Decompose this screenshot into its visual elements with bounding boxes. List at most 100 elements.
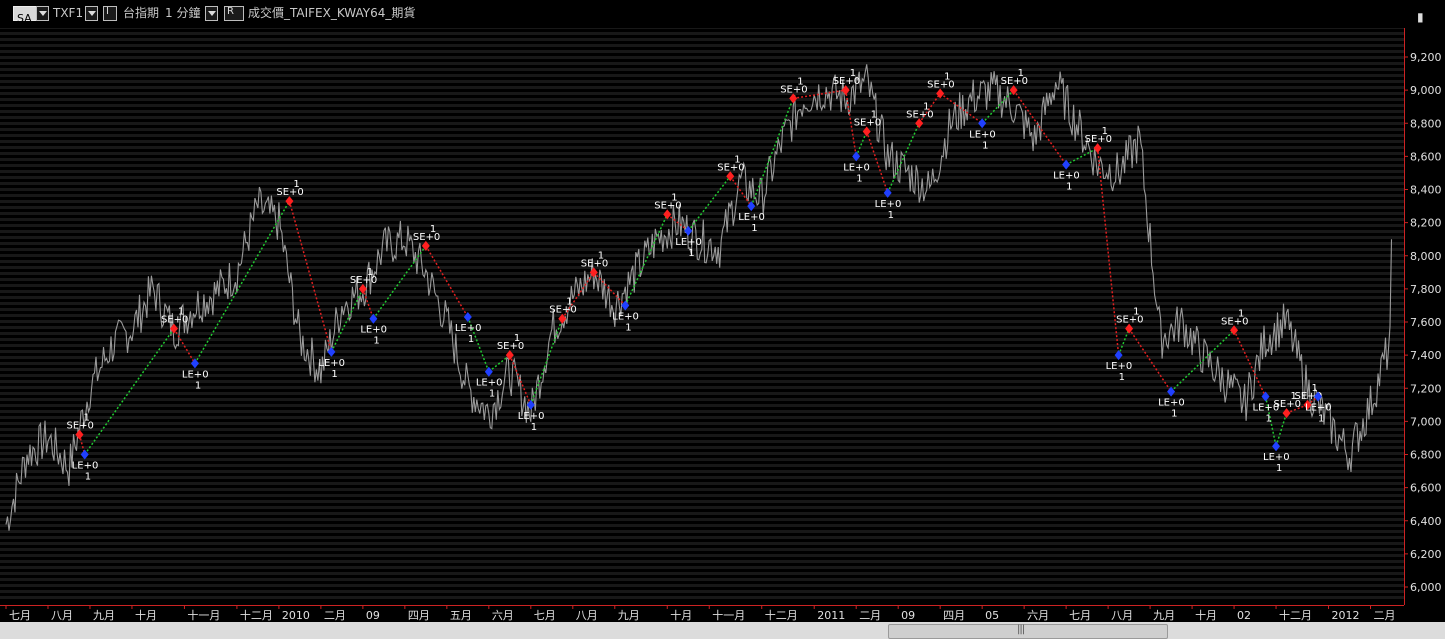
trade-qty-label: 1 — [982, 140, 988, 151]
x-tick-label: 09 — [901, 609, 915, 622]
sell-entry-label: SE+0 — [854, 118, 881, 129]
buy-entry-label: LE+0 — [738, 212, 765, 223]
buy-entry-label: LE+0 — [72, 461, 99, 472]
buy-entry-label: LE+0 — [612, 311, 639, 322]
scrollbar-thumb[interactable]: ||| — [888, 624, 1168, 639]
trade-qty-label: 1 — [468, 334, 474, 345]
x-tick-label: 七月 — [534, 609, 556, 622]
x-tick-label: 2011 — [817, 609, 845, 622]
y-tick-label: 8,400 — [1410, 184, 1442, 197]
price-chart[interactable]: 9,200 9,000 8,800 8,600 8,400 8,200 8,000 7,800… — [0, 0, 1445, 605]
buy-entry-label: LE+0 — [518, 411, 545, 422]
buy-entry-label: LE+0 — [1053, 171, 1080, 182]
sell-entry-label: SE+0 — [1001, 76, 1028, 87]
x-tick-label: 八月 — [51, 609, 73, 622]
x-tick-label: 十一月 — [187, 608, 220, 622]
trade-qty-label: 1 — [1119, 372, 1125, 383]
symbol-label: TXF1 — [53, 6, 84, 20]
x-tick-label: 九月 — [618, 609, 640, 622]
y-tick-label: 8,200 — [1410, 217, 1442, 230]
chart-type-button[interactable]: R — [224, 6, 244, 21]
sell-entry-label: SE+0 — [780, 84, 807, 95]
trade-qty-label: 1 — [888, 210, 894, 221]
sell-entry-label: SE+0 — [906, 109, 933, 120]
buy-entry-label: LE+0 — [318, 358, 345, 369]
trade-qty-label: 1 — [688, 248, 694, 259]
buy-entry-label: LE+0 — [360, 325, 387, 336]
interval-dropdown-icon[interactable] — [205, 6, 218, 21]
interval-label: 1 分鐘 — [165, 6, 201, 20]
buy-entry-label: LE+0 — [969, 129, 996, 140]
sell-entry-label: SE+0 — [927, 79, 954, 90]
time-axis: 七月 八月 九月 十月 十一月 十二月 2010 二月 09 四月 五月 六月 七月 八月 九月 十月 十一月 十… — [0, 605, 1445, 622]
x-tick-label: 十月 — [135, 608, 157, 622]
x-tick-label: 四月 — [408, 609, 430, 622]
trade-qty-label: 1 — [531, 422, 537, 433]
symbol-select-icon[interactable] — [85, 6, 98, 21]
buy-entry-label: LE+0 — [875, 199, 902, 210]
y-tick-label: 6,600 — [1410, 482, 1442, 495]
chart-toolbar: SA TXF1 I 台指期 1 分鐘 R 成交價_TAIFEX_KWAY64_期… — [0, 0, 1445, 28]
horizontal-scrollbar[interactable] — [0, 622, 1445, 639]
trade-line — [288, 200, 333, 353]
sell-entry-label: SE+0 — [413, 232, 440, 243]
trade-qty-label: 1 — [331, 369, 337, 380]
sell-entry-label: SE+0 — [717, 162, 744, 173]
x-tick-label: 十月 — [670, 608, 692, 622]
x-tick-label: 九月 — [1153, 609, 1175, 622]
symbol-dropdown-icon[interactable] — [36, 6, 49, 21]
sell-entry-label: SE+0 — [497, 341, 524, 352]
x-tick-label: 九月 — [93, 609, 115, 622]
buy-marker — [1062, 159, 1071, 170]
x-tick-label: 十二月 — [1279, 608, 1312, 622]
x-tick-label: 05 — [985, 609, 999, 622]
x-tick-label: 二月 — [324, 609, 346, 622]
buy-entry-label: LE+0 — [1263, 452, 1290, 463]
price-axis: 9,200 9,000 8,800 8,600 8,400 8,200 8,000 7,800… — [1404, 51, 1442, 594]
x-tick-label: 09 — [366, 609, 380, 622]
trade-qty-label: 1 — [1066, 182, 1072, 193]
y-tick-label: 7,000 — [1410, 415, 1442, 428]
y-tick-label: 7,800 — [1410, 283, 1442, 296]
x-tick-label: 十月 — [1195, 608, 1217, 622]
trade-qty-label: 1 — [1318, 414, 1324, 425]
background-bands — [0, 0, 1405, 605]
y-tick-label: 6,800 — [1410, 449, 1442, 462]
y-tick-label: 8,000 — [1410, 250, 1442, 263]
trade-line — [530, 318, 564, 406]
buy-entry-label: LE+0 — [675, 237, 702, 248]
x-tick-label: 2012 — [1332, 609, 1360, 622]
x-tick-label: 六月 — [492, 609, 514, 622]
sell-entry-label: SE+0 — [350, 275, 377, 286]
x-tick-label: 七月 — [1069, 609, 1091, 622]
y-tick-label: 7,600 — [1410, 316, 1442, 329]
sell-entry-label: SE+0 — [549, 305, 576, 316]
x-tick-label: 四月 — [943, 609, 965, 622]
buy-entry-label: LE+0 — [455, 323, 482, 334]
y-tick-label: 8,800 — [1410, 117, 1442, 130]
trade-qty-label: 1 — [85, 472, 91, 483]
x-tick-label: 十二月 — [765, 608, 798, 622]
x-tick-label: 六月 — [1027, 609, 1049, 622]
mode-button[interactable]: I — [103, 6, 117, 21]
trade-qty-label: 1 — [1276, 463, 1282, 474]
sell-entry-label: SE+0 — [161, 315, 188, 326]
x-tick-label: 十一月 — [712, 608, 745, 622]
y-tick-label: 9,000 — [1410, 84, 1442, 97]
x-tick-label: 五月 — [450, 609, 472, 622]
exchange-label: 台指期 — [123, 6, 160, 20]
series-description: 成交價_TAIFEX_KWAY64_期貨 — [248, 6, 416, 20]
trade-qty-label: 1 — [751, 223, 757, 234]
settings-icon[interactable]: ▮ — [1417, 10, 1424, 24]
buy-entry-label: LE+0 — [1158, 398, 1185, 409]
sell-entry-label: SE+0 — [1116, 315, 1143, 326]
trade-qty-label: 1 — [489, 389, 495, 400]
x-tick-label: 2010 — [282, 609, 310, 622]
y-tick-label: 6,200 — [1410, 548, 1442, 561]
sell-entry-label: SE+0 — [654, 200, 681, 211]
buy-entry-label: LE+0 — [476, 378, 503, 389]
sell-entry-label: SE+0 — [581, 258, 608, 269]
x-tick-label: 十二月 — [240, 608, 273, 622]
x-tick-label: 02 — [1237, 609, 1251, 622]
x-tick-label: 二月 — [859, 609, 881, 622]
